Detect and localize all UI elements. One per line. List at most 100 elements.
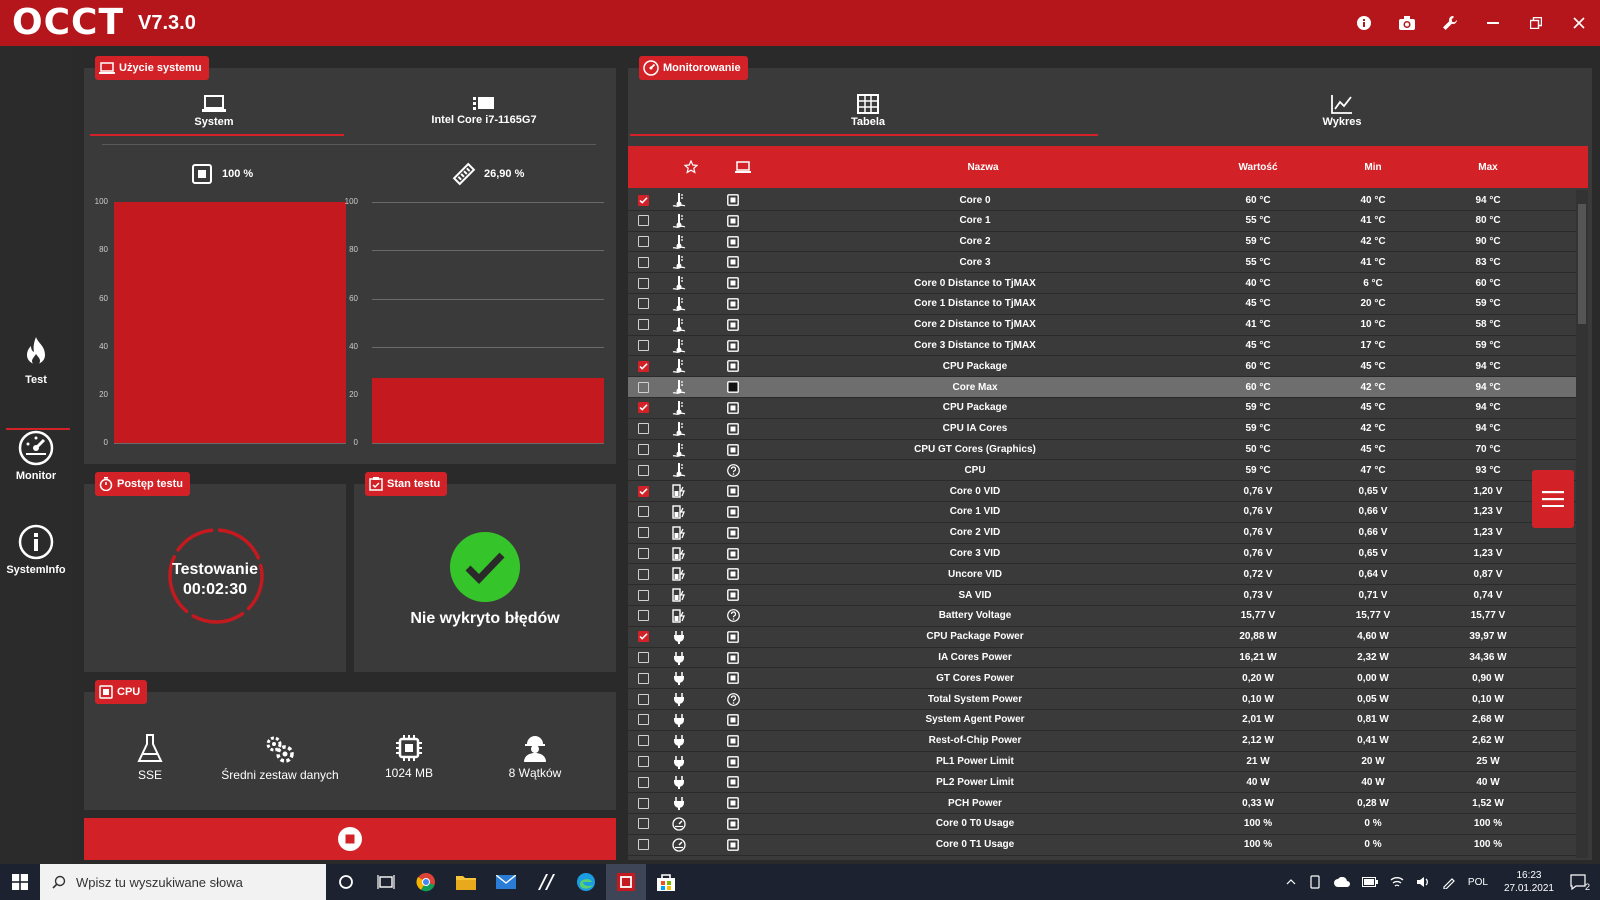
max-column-header[interactable]: Max: [1428, 146, 1548, 188]
sidebar-item-systeminfo[interactable]: SystemInfo: [0, 524, 72, 576]
row-checkbox[interactable]: [637, 568, 649, 580]
row-checkbox[interactable]: [637, 464, 649, 476]
table-row[interactable]: Core 1 Distance to TjMAX 45 °C 20 °C 59 °C: [628, 294, 1576, 315]
row-checkbox[interactable]: [637, 527, 649, 539]
pen-icon[interactable]: [1442, 875, 1456, 889]
row-checkbox[interactable]: [637, 236, 649, 248]
tab-table[interactable]: Tabela: [818, 94, 918, 128]
row-checkbox[interactable]: [637, 818, 649, 830]
table-row[interactable]: CPU Package 60 °C 45 °C 94 °C: [628, 356, 1576, 378]
row-checkbox[interactable]: [637, 756, 649, 768]
table-row[interactable]: Core 1 VID 0,76 V 0,66 V 1,23 V: [628, 502, 1576, 523]
row-checkbox[interactable]: [637, 402, 649, 414]
row-checkbox[interactable]: [637, 735, 649, 747]
table-row[interactable]: Core 2 59 °C 42 °C 90 °C: [628, 232, 1576, 253]
table-row[interactable]: IA Cores Power 16,21 W 2,32 W 34,36 W: [628, 648, 1576, 669]
notifications-icon[interactable]: 2: [1570, 874, 1590, 892]
row-checkbox[interactable]: [637, 631, 649, 643]
table-row[interactable]: Core 0 60 °C 40 °C 94 °C: [628, 190, 1576, 211]
restore-icon[interactable]: [1514, 0, 1557, 46]
sidebar-item-test[interactable]: Test: [0, 334, 72, 434]
wrench-icon[interactable]: [1428, 0, 1471, 46]
table-scrollbar[interactable]: [1576, 190, 1588, 858]
row-checkbox[interactable]: [637, 610, 649, 622]
table-row[interactable]: CPU Package 59 °C 45 °C 94 °C: [628, 398, 1576, 419]
menu-button[interactable]: [1532, 470, 1574, 528]
wifi-icon[interactable]: [1390, 876, 1404, 888]
store-icon[interactable]: [646, 864, 686, 900]
min-column-header[interactable]: Min: [1318, 146, 1428, 188]
table-row[interactable]: GT Cores Power 0,20 W 0,00 W 0,90 W: [628, 668, 1576, 690]
pen-app-icon[interactable]: [526, 864, 566, 900]
row-checkbox[interactable]: [637, 652, 649, 664]
row-checkbox[interactable]: [637, 672, 649, 684]
close-icon[interactable]: [1557, 0, 1600, 46]
clock[interactable]: 16:23 27.01.2021: [1504, 869, 1554, 895]
table-row[interactable]: CPU GT Cores (Graphics) 50 °C 45 °C 70 °C: [628, 440, 1576, 461]
camera-icon[interactable]: [1385, 0, 1428, 46]
table-row[interactable]: Core 3 55 °C 41 °C 83 °C: [628, 252, 1576, 274]
row-checkbox[interactable]: [637, 776, 649, 788]
device-icon[interactable]: [1308, 875, 1322, 889]
cloud-icon[interactable]: [1333, 877, 1350, 887]
cortana-icon[interactable]: [326, 864, 366, 900]
scrollbar-thumb[interactable]: [1578, 204, 1586, 324]
table-row[interactable]: Core 3 Distance to TjMAX 45 °C 17 °C 59 °C: [628, 336, 1576, 357]
table-row[interactable]: Battery Voltage 15,77 V 15,77 V 15,77 V: [628, 606, 1576, 627]
row-checkbox[interactable]: [637, 298, 649, 310]
table-row[interactable]: CPU Package Power 20,88 W 4,60 W 39,97 W: [628, 627, 1576, 648]
sidebar-item-monitor[interactable]: Monitor: [0, 430, 72, 482]
row-checkbox[interactable]: [637, 340, 649, 352]
row-checkbox[interactable]: [637, 256, 649, 268]
table-row[interactable]: CPU IA Cores 59 °C 42 °C 94 °C: [628, 419, 1576, 440]
windows-start-button[interactable]: [0, 864, 40, 900]
table-row[interactable]: System Agent Power 2,01 W 0,81 W 2,68 W: [628, 710, 1576, 731]
row-checkbox[interactable]: [637, 277, 649, 289]
table-row[interactable]: Core 1 55 °C 41 °C 80 °C: [628, 211, 1576, 232]
table-row[interactable]: Core 0 VID 0,76 V 0,65 V 1,20 V: [628, 481, 1576, 502]
table-row[interactable]: PL1 Power Limit 21 W 20 W 25 W: [628, 752, 1576, 773]
row-checkbox[interactable]: [637, 485, 649, 497]
battery-icon[interactable]: [1361, 877, 1378, 887]
volume-icon[interactable]: [1416, 876, 1430, 888]
table-row[interactable]: Core 2 Distance to TjMAX 41 °C 10 °C 58 °C: [628, 315, 1576, 336]
minimize-icon[interactable]: [1471, 0, 1514, 46]
row-checkbox[interactable]: [637, 215, 649, 227]
row-checkbox[interactable]: [637, 797, 649, 809]
language-indicator[interactable]: POL: [1468, 877, 1488, 888]
source-column-header[interactable]: [728, 146, 758, 188]
table-row[interactable]: Core Max 60 °C 42 °C 94 °C: [628, 377, 1576, 398]
row-checkbox[interactable]: [637, 548, 649, 560]
table-row[interactable]: Core 0 T1 Usage 100 % 0 % 100 %: [628, 835, 1576, 856]
row-checkbox[interactable]: [637, 381, 649, 393]
table-row[interactable]: PL2 Power Limit 40 W 40 W 40 W: [628, 772, 1576, 794]
file-explorer-icon[interactable]: [446, 864, 486, 900]
favorite-column-header[interactable]: [676, 146, 706, 188]
value-column-header[interactable]: Wartość: [1198, 146, 1318, 188]
task-view-icon[interactable]: [366, 864, 406, 900]
table-row[interactable]: Core 3 VID 0,76 V 0,65 V 1,23 V: [628, 544, 1576, 565]
row-checkbox[interactable]: [637, 423, 649, 435]
tab-system[interactable]: System: [164, 94, 264, 128]
tab-chart[interactable]: Wykres: [1292, 94, 1392, 128]
row-checkbox[interactable]: [637, 360, 649, 372]
table-row[interactable]: Total System Power 0,10 W 0,05 W 0,10 W: [628, 689, 1576, 710]
stop-test-button[interactable]: [84, 818, 616, 860]
row-checkbox[interactable]: [637, 194, 649, 206]
info-icon[interactable]: [1342, 0, 1385, 46]
tab-cpu-model[interactable]: Intel Core i7-1165G7: [404, 94, 564, 126]
table-row[interactable]: Core 2 VID 0,76 V 0,66 V 1,23 V: [628, 523, 1576, 544]
row-checkbox[interactable]: [637, 714, 649, 726]
taskbar-search-box[interactable]: Wpisz tu wyszukiwane słowa: [40, 864, 326, 900]
row-checkbox[interactable]: [637, 693, 649, 705]
table-row[interactable]: Core 0 T0 Usage 100 % 0 % 100 %: [628, 814, 1576, 835]
row-checkbox[interactable]: [637, 589, 649, 601]
table-row[interactable]: SA VID 0,73 V 0,71 V 0,74 V: [628, 585, 1576, 606]
table-row[interactable]: Uncore VID 0,72 V 0,64 V 0,87 V: [628, 564, 1576, 586]
chevron-up-icon[interactable]: [1286, 879, 1296, 885]
table-row[interactable]: PCH Power 0,33 W 0,28 W 1,52 W: [628, 793, 1576, 814]
table-row[interactable]: Rest-of-Chip Power 2,12 W 0,41 W 2,62 W: [628, 731, 1576, 752]
table-row[interactable]: CPU 59 °C 47 °C 93 °C: [628, 460, 1576, 482]
name-column-header[interactable]: Nazwa: [768, 146, 1198, 188]
chrome-icon[interactable]: [406, 864, 446, 900]
